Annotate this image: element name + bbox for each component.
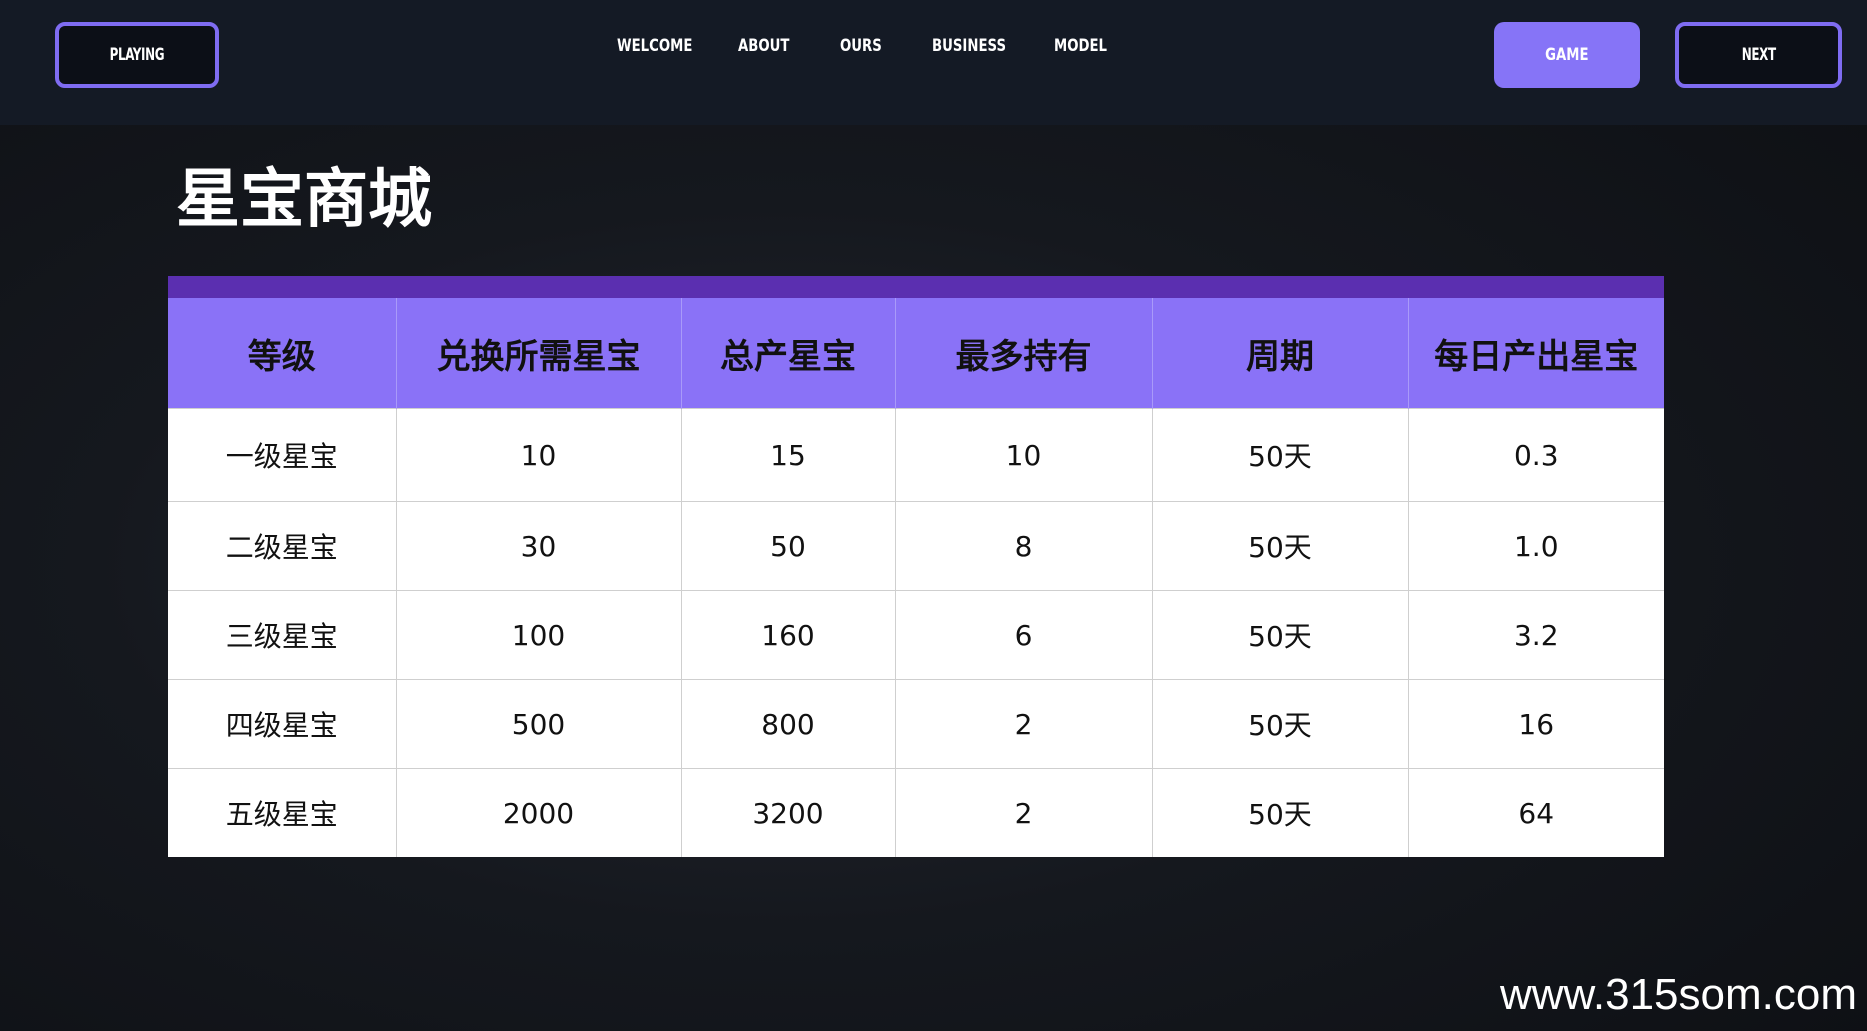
table-top-accent-bar bbox=[168, 276, 1664, 298]
table-cell: 三级星宝 bbox=[168, 590, 397, 680]
table-cell: 160 bbox=[681, 590, 896, 680]
table-header-row: 等级 兑换所需星宝 总产星宝 最多持有 周期 每日产出星宝 bbox=[168, 298, 1664, 409]
table-cell: 8 bbox=[895, 501, 1153, 591]
nav-item-welcome-label: WELCOME bbox=[617, 36, 693, 56]
nav-item-ours[interactable]: OURS bbox=[840, 36, 894, 56]
data-table: 等级 兑换所需星宝 总产星宝 最多持有 周期 每日产出星宝 一级星宝 10 15… bbox=[168, 298, 1664, 857]
table-cell: 二级星宝 bbox=[168, 501, 397, 591]
table-cell: 0.3 bbox=[1408, 408, 1664, 502]
table-cell: 2000 bbox=[396, 768, 682, 857]
table-cell: 10 bbox=[895, 408, 1153, 502]
top-navigation-bar: PLAYING WELCOME ABOUT OURS BUSINESS MODE… bbox=[0, 0, 1867, 125]
table-cell: 16 bbox=[1408, 679, 1664, 769]
table-row: 五级星宝 2000 3200 2 50天 64 bbox=[168, 768, 1664, 857]
column-header-total-output: 总产星宝 bbox=[681, 298, 896, 409]
table-row: 四级星宝 500 800 2 50天 16 bbox=[168, 679, 1664, 769]
column-header-period: 周期 bbox=[1152, 298, 1409, 409]
nav-item-ours-label: OURS bbox=[840, 36, 882, 56]
table-cell: 30 bbox=[396, 501, 682, 591]
table-cell: 64 bbox=[1408, 768, 1664, 857]
nav-item-model-label: MODEL bbox=[1054, 36, 1107, 56]
game-button-label: GAME bbox=[1545, 45, 1589, 65]
playing-button-label: PLAYING bbox=[109, 45, 165, 65]
nav-item-model[interactable]: MODEL bbox=[1054, 36, 1122, 56]
table-cell: 50天 bbox=[1152, 679, 1409, 769]
table-cell: 50天 bbox=[1152, 501, 1409, 591]
nav-item-business-label: BUSINESS bbox=[932, 36, 1007, 56]
next-button-label: NEXT bbox=[1741, 45, 1776, 65]
table-cell: 四级星宝 bbox=[168, 679, 397, 769]
table-cell: 10 bbox=[396, 408, 682, 502]
column-header-level: 等级 bbox=[168, 298, 397, 409]
table-cell: 50天 bbox=[1152, 408, 1409, 502]
table-cell: 100 bbox=[396, 590, 682, 680]
table-cell: 6 bbox=[895, 590, 1153, 680]
nav-item-about-label: ABOUT bbox=[738, 36, 790, 56]
table-row: 一级星宝 10 15 10 50天 0.3 bbox=[168, 408, 1664, 502]
table-cell: 3200 bbox=[681, 768, 896, 857]
star-treasure-table: 等级 兑换所需星宝 总产星宝 最多持有 周期 每日产出星宝 一级星宝 10 15… bbox=[168, 276, 1664, 857]
column-header-daily-output: 每日产出星宝 bbox=[1408, 298, 1664, 409]
table-cell: 500 bbox=[396, 679, 682, 769]
table-cell: 15 bbox=[681, 408, 896, 502]
table-cell: 2 bbox=[895, 768, 1153, 857]
table-row: 三级星宝 100 160 6 50天 3.2 bbox=[168, 590, 1664, 680]
nav-item-about[interactable]: ABOUT bbox=[738, 36, 804, 56]
watermark-text: www.315som.com bbox=[1499, 970, 1857, 1019]
table-cell: 800 bbox=[681, 679, 896, 769]
page-title: 星宝商城 bbox=[176, 163, 432, 237]
table-cell: 2 bbox=[895, 679, 1153, 769]
table-cell: 1.0 bbox=[1408, 501, 1664, 591]
next-button[interactable]: NEXT bbox=[1675, 22, 1842, 88]
table-cell: 50天 bbox=[1152, 590, 1409, 680]
table-cell: 50天 bbox=[1152, 768, 1409, 857]
playing-button[interactable]: PLAYING bbox=[55, 22, 219, 88]
table-cell: 50 bbox=[681, 501, 896, 591]
table-cell: 五级星宝 bbox=[168, 768, 397, 857]
table-cell: 3.2 bbox=[1408, 590, 1664, 680]
nav-item-welcome[interactable]: WELCOME bbox=[617, 36, 714, 56]
table-row: 二级星宝 30 50 8 50天 1.0 bbox=[168, 501, 1664, 591]
table-cell: 一级星宝 bbox=[168, 408, 397, 502]
column-header-max-hold: 最多持有 bbox=[895, 298, 1153, 409]
nav-item-business[interactable]: BUSINESS bbox=[932, 36, 1027, 56]
column-header-exchange-cost: 兑换所需星宝 bbox=[396, 298, 682, 409]
game-button[interactable]: GAME bbox=[1494, 22, 1640, 88]
